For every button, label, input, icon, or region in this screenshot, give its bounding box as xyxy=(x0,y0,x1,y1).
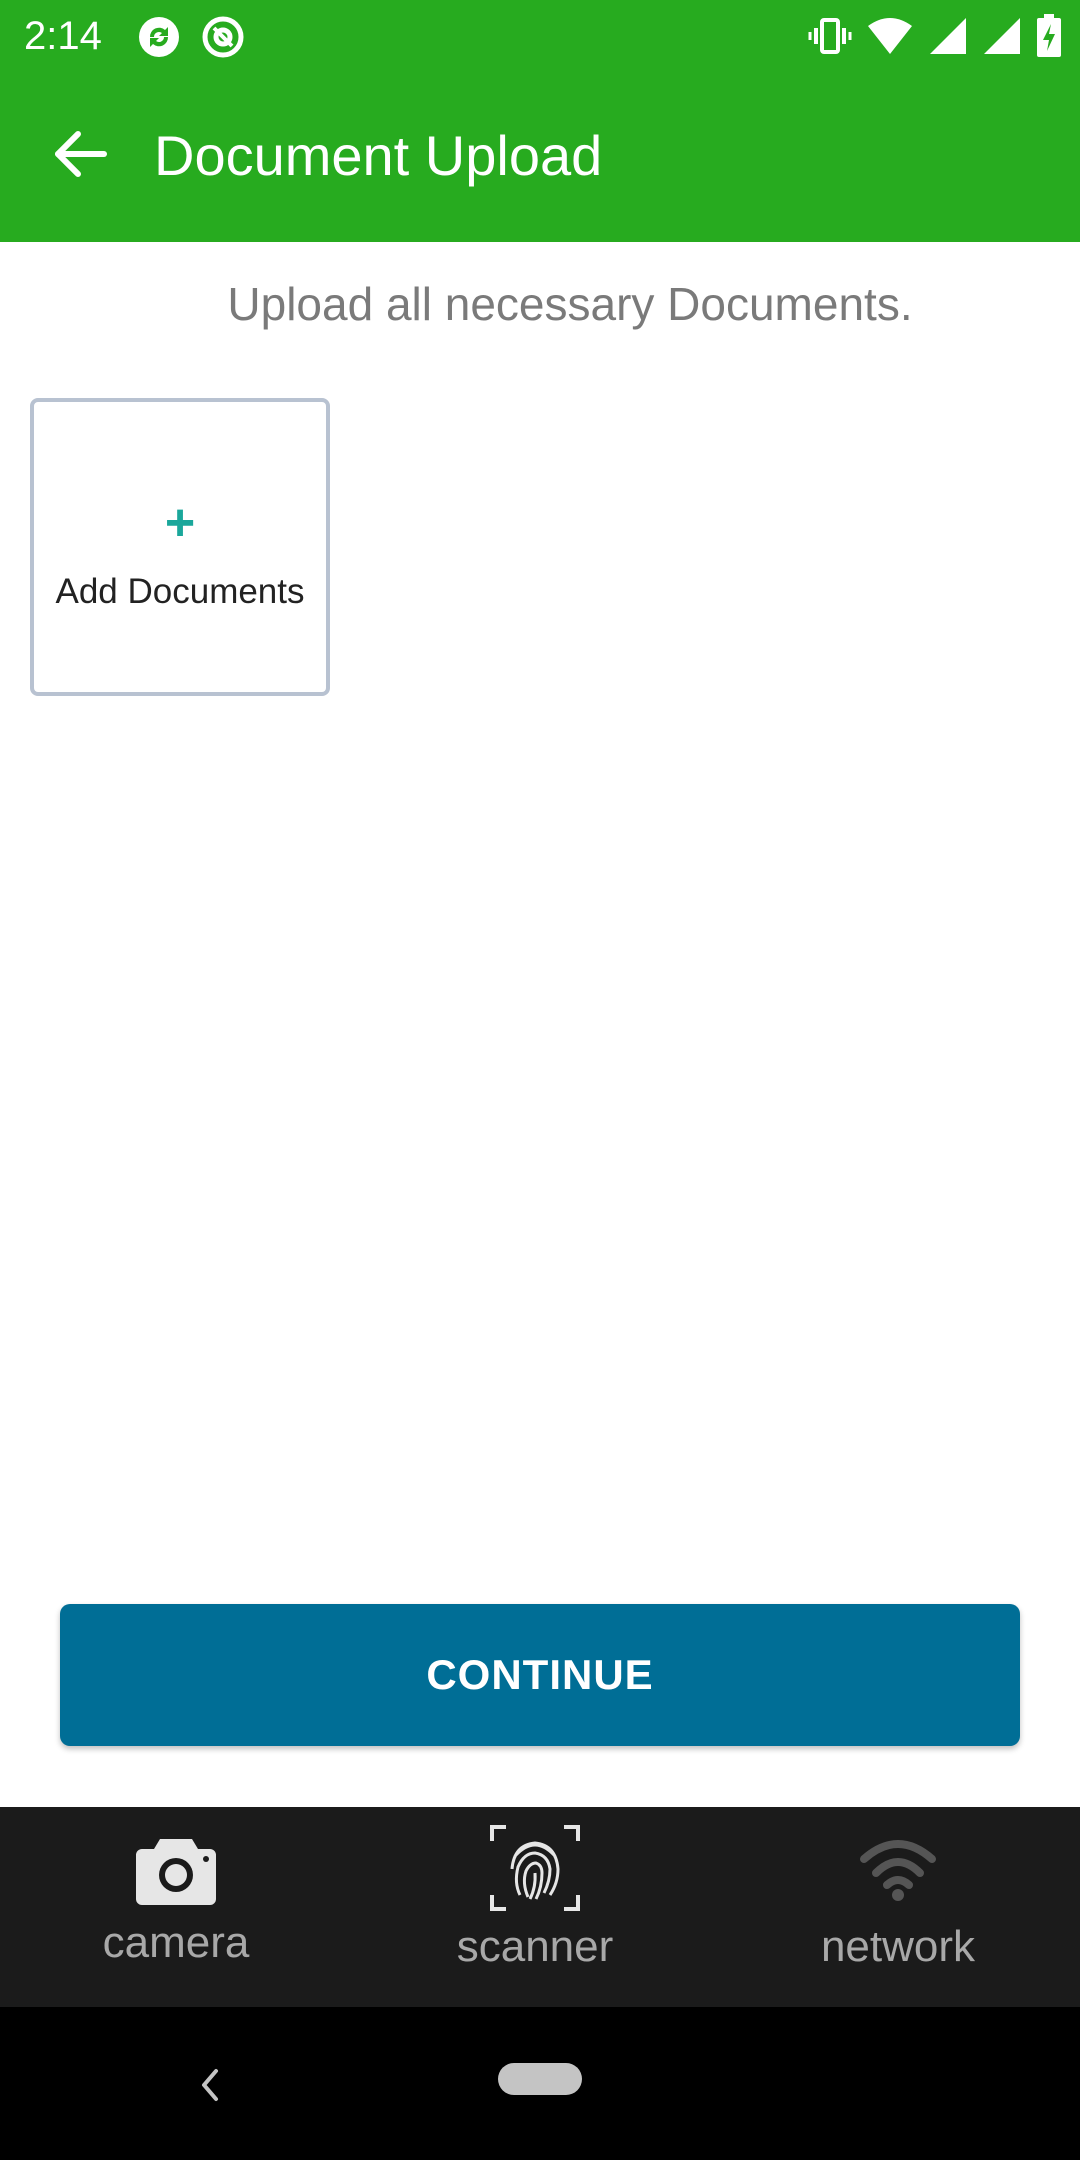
back-button[interactable] xyxy=(44,120,116,192)
system-nav-bar xyxy=(0,2007,1080,2160)
bottom-nav: camera scanner network xyxy=(0,1807,1080,2007)
wifi-icon xyxy=(866,16,914,61)
app-bar: Document Upload xyxy=(0,72,1080,242)
instruction-text: Upload all necessary Documents. xyxy=(227,278,913,330)
signal-icon xyxy=(982,16,1022,61)
signal-icon xyxy=(928,16,968,61)
vibrate-icon xyxy=(808,16,852,61)
status-right-icons xyxy=(808,14,1062,63)
fingerprint-icon xyxy=(385,1825,685,1911)
nav-label-scanner: scanner xyxy=(456,1922,614,1971)
chevron-left-icon xyxy=(190,2069,230,2115)
nav-item-camera[interactable]: camera xyxy=(26,1807,326,2007)
nav-label-camera: camera xyxy=(102,1918,250,1967)
wifi-icon xyxy=(748,1837,1048,1903)
sync-icon xyxy=(136,14,182,65)
nav-item-network[interactable]: network xyxy=(748,1807,1048,2007)
add-documents-label: Add Documents xyxy=(55,572,305,611)
battery-charging-icon xyxy=(1036,14,1062,63)
nav-label-network: network xyxy=(820,1922,976,1971)
arrow-left-icon xyxy=(52,130,108,183)
status-left-icons xyxy=(136,14,246,65)
continue-button[interactable]: CONTINUE xyxy=(60,1604,1020,1746)
home-pill-icon[interactable] xyxy=(498,2063,582,2095)
plus-icon: + xyxy=(164,494,196,552)
nav-item-scanner[interactable]: scanner xyxy=(385,1807,685,2007)
system-back-button[interactable] xyxy=(190,2059,230,2111)
page-title: Document Upload xyxy=(154,124,603,187)
add-documents-button[interactable]: + Add Documents xyxy=(30,398,330,696)
status-time: 2:14 xyxy=(24,14,102,58)
at-sign-icon xyxy=(200,14,246,65)
status-bar: 2:14 xyxy=(0,0,1080,72)
camera-icon xyxy=(26,1833,326,1907)
